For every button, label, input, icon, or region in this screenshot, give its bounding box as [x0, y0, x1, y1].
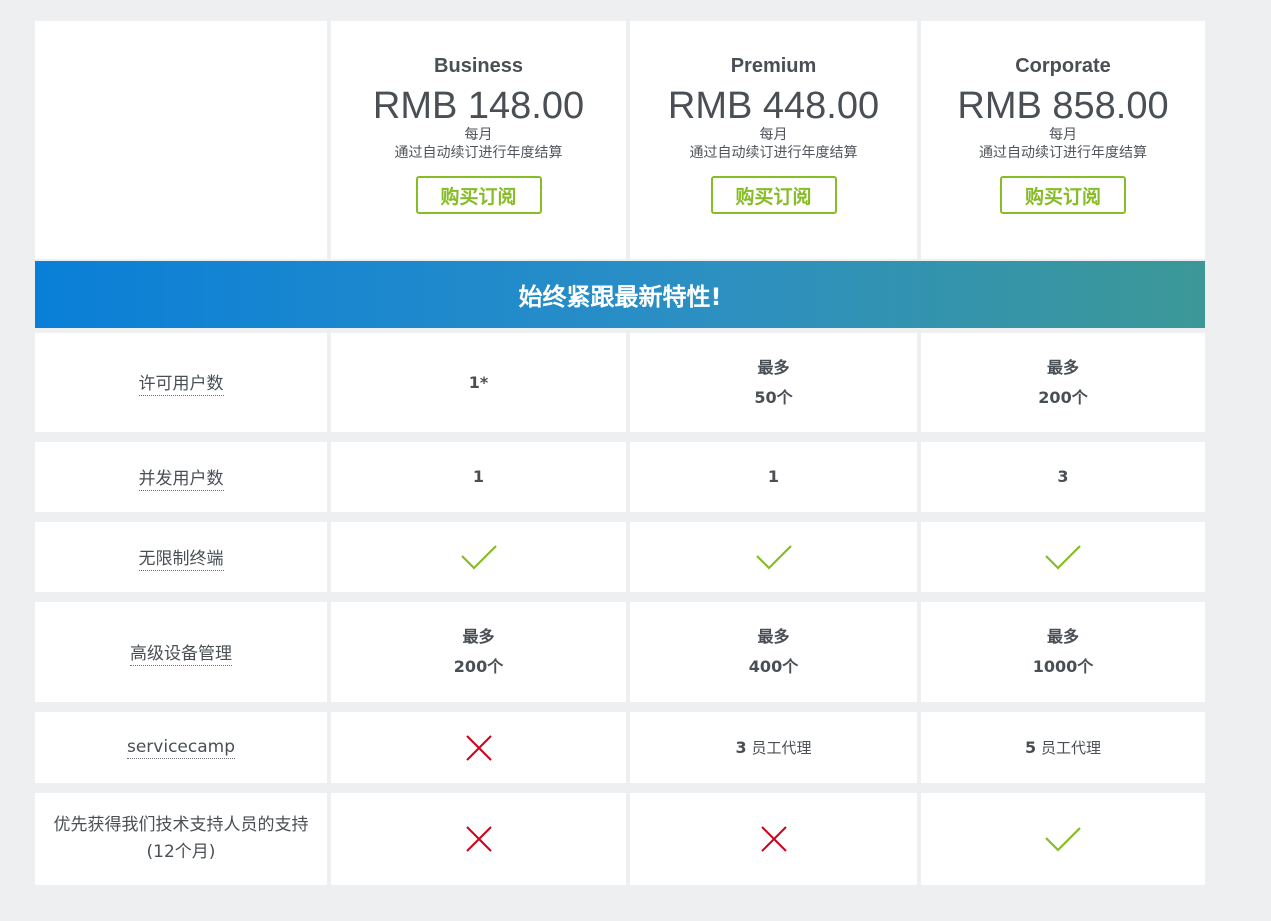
- plan-period: 每月: [1049, 127, 1077, 143]
- plan-name: Premium: [730, 55, 817, 77]
- feature-value: 3 员工代理: [736, 737, 812, 758]
- cross-icon: [760, 825, 788, 853]
- check-icon: [755, 543, 793, 571]
- feature-label-cell: 无限制终端: [35, 522, 327, 592]
- feature-value-cell: [331, 522, 626, 592]
- feature-label-cell: servicecamp: [35, 712, 327, 783]
- buy-subscription-button[interactable]: 购买订阅: [415, 176, 542, 214]
- feature-value: 最多: [1046, 627, 1079, 646]
- feature-value-cell: 3: [921, 442, 1205, 512]
- feature-label[interactable]: 优先获得我们技术支持人员的支持: [54, 812, 309, 839]
- feature-value-sub: 50个: [754, 387, 793, 407]
- feature-label[interactable]: 无限制终端: [138, 544, 224, 571]
- feature-value-cell: 最多 200个: [921, 333, 1205, 432]
- feature-value-number: 3: [735, 738, 747, 757]
- feature-label-cell: 并发用户数: [35, 442, 327, 512]
- feature-value-cell: 1*: [331, 333, 626, 432]
- feature-value-cell: 3 员工代理: [630, 712, 917, 783]
- feature-value: 最多: [1046, 357, 1079, 377]
- feature-value: 5 员工代理: [1025, 737, 1101, 758]
- feature-value-cell: 1: [331, 442, 626, 512]
- plan-billing: 通过自动续订进行年度结算: [394, 145, 563, 161]
- feature-value-cell: [331, 712, 626, 783]
- feature-value-cell: 5 员工代理: [921, 712, 1205, 783]
- plan-billing: 通过自动续订进行年度结算: [979, 145, 1147, 161]
- feature-value-cell: [921, 522, 1205, 592]
- plan-price: RMB 858.00: [957, 85, 1169, 127]
- header-empty-cell: [35, 21, 327, 259]
- feature-value-sub: 200个: [453, 657, 504, 676]
- feature-value: 1*: [468, 372, 489, 392]
- feature-value-cell: 最多 400个: [630, 602, 917, 702]
- check-icon: [1044, 543, 1082, 571]
- plan-card-premium: Premium RMB 448.00 每月 通过自动续订进行年度结算 购买订阅: [630, 21, 917, 259]
- plan-period: 每月: [759, 127, 788, 143]
- feature-value: 最多: [757, 627, 790, 646]
- feature-value-cell: 最多 200个: [331, 602, 626, 702]
- feature-value: 3: [1057, 467, 1069, 486]
- feature-label[interactable]: 许可用户数: [138, 369, 224, 396]
- feature-value: 1: [472, 467, 485, 486]
- plan-name: Corporate: [1015, 55, 1111, 77]
- feature-label[interactable]: servicecamp: [126, 737, 235, 759]
- buy-subscription-button[interactable]: 购买订阅: [710, 176, 837, 214]
- feature-value-text: 员工代理: [746, 739, 812, 757]
- feature-label[interactable]: 高级设备管理: [130, 639, 232, 666]
- feature-label-cell: 高级设备管理: [35, 602, 327, 702]
- feature-label-cell: 优先获得我们技术支持人员的支持 (12个月): [35, 793, 327, 885]
- cross-icon: [465, 825, 493, 853]
- check-icon: [460, 543, 498, 571]
- plan-card-business: Business RMB 148.00 每月 通过自动续订进行年度结算 购买订阅: [331, 21, 626, 259]
- feature-value: 最多: [757, 357, 790, 377]
- feature-value-cell: 1: [630, 442, 917, 512]
- feature-value-cell: 最多 1000个: [921, 602, 1205, 702]
- feature-value-cell: [630, 522, 917, 592]
- feature-value: 1: [767, 467, 780, 486]
- feature-value-cell: [331, 793, 626, 885]
- plan-price: RMB 148.00: [372, 85, 585, 127]
- feature-value-number: 5: [1025, 738, 1037, 757]
- buy-subscription-button[interactable]: 购买订阅: [1000, 176, 1126, 214]
- check-icon: [1044, 825, 1082, 853]
- feature-value: 最多: [462, 627, 495, 646]
- feature-value-cell: [921, 793, 1205, 885]
- feature-value-sub: 400个: [748, 657, 799, 676]
- plan-period: 每月: [464, 127, 493, 143]
- feature-value-cell: 最多 50个: [630, 333, 917, 432]
- cross-icon: [465, 734, 493, 762]
- feature-label-sub: (12个月): [146, 842, 216, 862]
- feature-value-cell: [630, 793, 917, 885]
- feature-value-text: 员工代理: [1036, 739, 1101, 757]
- feature-label-cell: 许可用户数: [35, 333, 327, 432]
- plan-name: Business: [434, 55, 523, 77]
- feature-value-sub: 1000个: [1032, 657, 1094, 676]
- plan-card-corporate: Corporate RMB 858.00 每月 通过自动续订进行年度结算 购买订…: [921, 21, 1205, 259]
- feature-label[interactable]: 并发用户数: [138, 464, 224, 491]
- features-banner: 始终紧跟最新特性!: [35, 261, 1205, 328]
- feature-value-sub: 200个: [1038, 387, 1088, 407]
- plan-billing: 通过自动续订进行年度结算: [689, 145, 858, 161]
- plan-price: RMB 448.00: [667, 85, 880, 127]
